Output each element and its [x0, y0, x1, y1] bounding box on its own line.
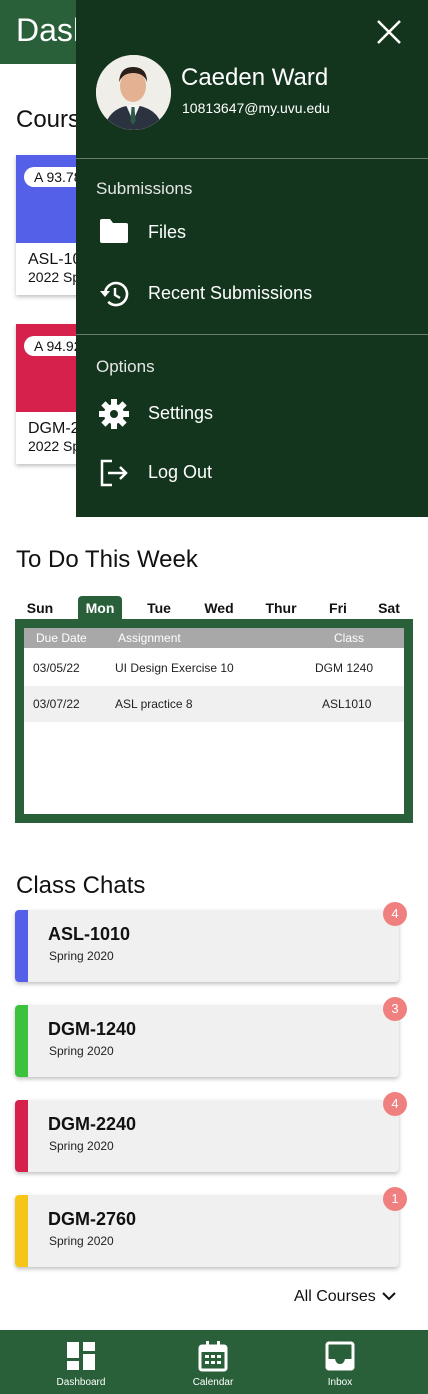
table-row[interactable]: 03/05/22 UI Design Exercise 10 DGM 1240	[24, 650, 404, 686]
user-name: Caeden Ward	[181, 64, 329, 91]
bottom-tab-bar: Dashboard Calendar Inbox	[0, 1330, 428, 1394]
unread-badge: 1	[383, 1187, 407, 1211]
day-tab-wed[interactable]: Wed	[196, 596, 242, 620]
tab-label: Calendar	[192, 1377, 234, 1388]
menu-label: Recent Submissions	[148, 283, 313, 303]
options-section-label: Options	[96, 357, 155, 376]
due-date-cell: 03/07/22	[33, 697, 80, 711]
day-tab-thur[interactable]: Thur	[256, 596, 306, 620]
unread-badge: 4	[383, 902, 407, 926]
todo-table-header: Due Date Assignment Class	[24, 628, 404, 648]
tab-label: Dashboard	[56, 1377, 106, 1388]
chat-color-bar	[15, 1195, 28, 1267]
chat-card-dgm-2240[interactable]: DGM-2240 Spring 2020 4	[15, 1092, 407, 1172]
chat-term: Spring 2020	[49, 1044, 114, 1058]
user-email: 10813647@my.uvu.edu	[182, 100, 330, 116]
close-drawer-button[interactable]	[376, 19, 402, 45]
dashboard-icon	[67, 1342, 95, 1370]
day-tab-fri[interactable]: Fri	[320, 596, 356, 620]
chat-title: DGM-2760	[48, 1209, 137, 1229]
todo-table: Due Date Assignment Class 03/05/22 UI De…	[15, 619, 413, 823]
menu-label: Settings	[148, 403, 214, 423]
close-icon	[377, 20, 401, 44]
chat-term: Spring 2020	[49, 1234, 114, 1248]
chat-title: DGM-1240	[48, 1019, 137, 1039]
chat-title: DGM-2240	[48, 1114, 137, 1134]
calendar-icon	[198, 1341, 228, 1372]
unread-badge: 4	[383, 1092, 407, 1116]
menu-item-files[interactable]: Files	[76, 211, 428, 255]
day-tab-sat[interactable]: Sat	[372, 596, 406, 620]
chat-card-asl-1010[interactable]: ASL-1010 Spring 2020 4	[15, 902, 407, 982]
column-header-due-date: Due Date	[36, 631, 87, 645]
menu-item-settings[interactable]: Settings	[76, 392, 428, 436]
chevron-down-icon	[382, 1288, 396, 1306]
gear-icon	[99, 399, 129, 429]
table-row[interactable]: 03/07/22 ASL practice 8 ASL1010	[24, 686, 404, 722]
day-tab-sun[interactable]: Sun	[16, 596, 64, 620]
tab-calendar[interactable]: Calendar	[173, 1330, 253, 1394]
class-cell: ASL1010	[322, 697, 372, 711]
column-header-class: Class	[334, 631, 365, 645]
chat-color-bar	[15, 910, 28, 982]
day-tab-mon[interactable]: Mon	[78, 596, 122, 620]
chat-card-dgm-2760[interactable]: DGM-2760 Spring 2020 1	[15, 1187, 407, 1267]
tab-dashboard[interactable]: Dashboard	[41, 1330, 121, 1394]
class-cell: DGM 1240	[315, 661, 374, 675]
class-chats-heading: Class Chats	[16, 872, 146, 899]
tab-label: Inbox	[327, 1377, 353, 1388]
menu-item-recent-submissions[interactable]: Recent Submissions	[76, 272, 428, 316]
chat-term: Spring 2020	[49, 949, 114, 963]
chat-title: ASL-1010	[48, 924, 131, 944]
menu-label: Files	[148, 222, 187, 242]
history-icon	[100, 281, 129, 307]
submissions-section-label: Submissions	[96, 179, 193, 198]
inbox-icon	[325, 1341, 355, 1371]
menu-item-log-out[interactable]: Log Out	[76, 451, 428, 495]
account-drawer: Caeden Ward 10813647@my.uvu.edu Submissi…	[76, 0, 428, 517]
divider	[76, 334, 428, 335]
divider	[76, 158, 428, 159]
tab-inbox[interactable]: Inbox	[300, 1330, 380, 1394]
avatar	[96, 55, 171, 130]
chat-card-dgm-1240[interactable]: DGM-1240 Spring 2020 3	[15, 997, 407, 1077]
due-date-cell: 03/05/22	[33, 661, 80, 675]
assignment-cell: UI Design Exercise 10	[115, 661, 234, 675]
menu-label: Log Out	[148, 462, 213, 482]
assignment-cell: ASL practice 8	[115, 697, 193, 711]
all-courses-label: All Courses	[294, 1288, 376, 1305]
day-tab-tue[interactable]: Tue	[136, 596, 182, 620]
all-courses-dropdown[interactable]: All Courses	[294, 1288, 396, 1306]
chat-term: Spring 2020	[49, 1139, 114, 1153]
unread-badge: 3	[383, 997, 407, 1021]
chat-color-bar	[15, 1005, 28, 1077]
chat-color-bar	[15, 1100, 28, 1172]
folder-icon	[100, 219, 128, 243]
column-header-assignment: Assignment	[118, 631, 181, 645]
todo-heading: To Do This Week	[16, 546, 198, 573]
week-day-selector: Sun Mon Tue Wed Thur Fri Sat	[16, 596, 412, 620]
logout-icon	[100, 459, 128, 487]
